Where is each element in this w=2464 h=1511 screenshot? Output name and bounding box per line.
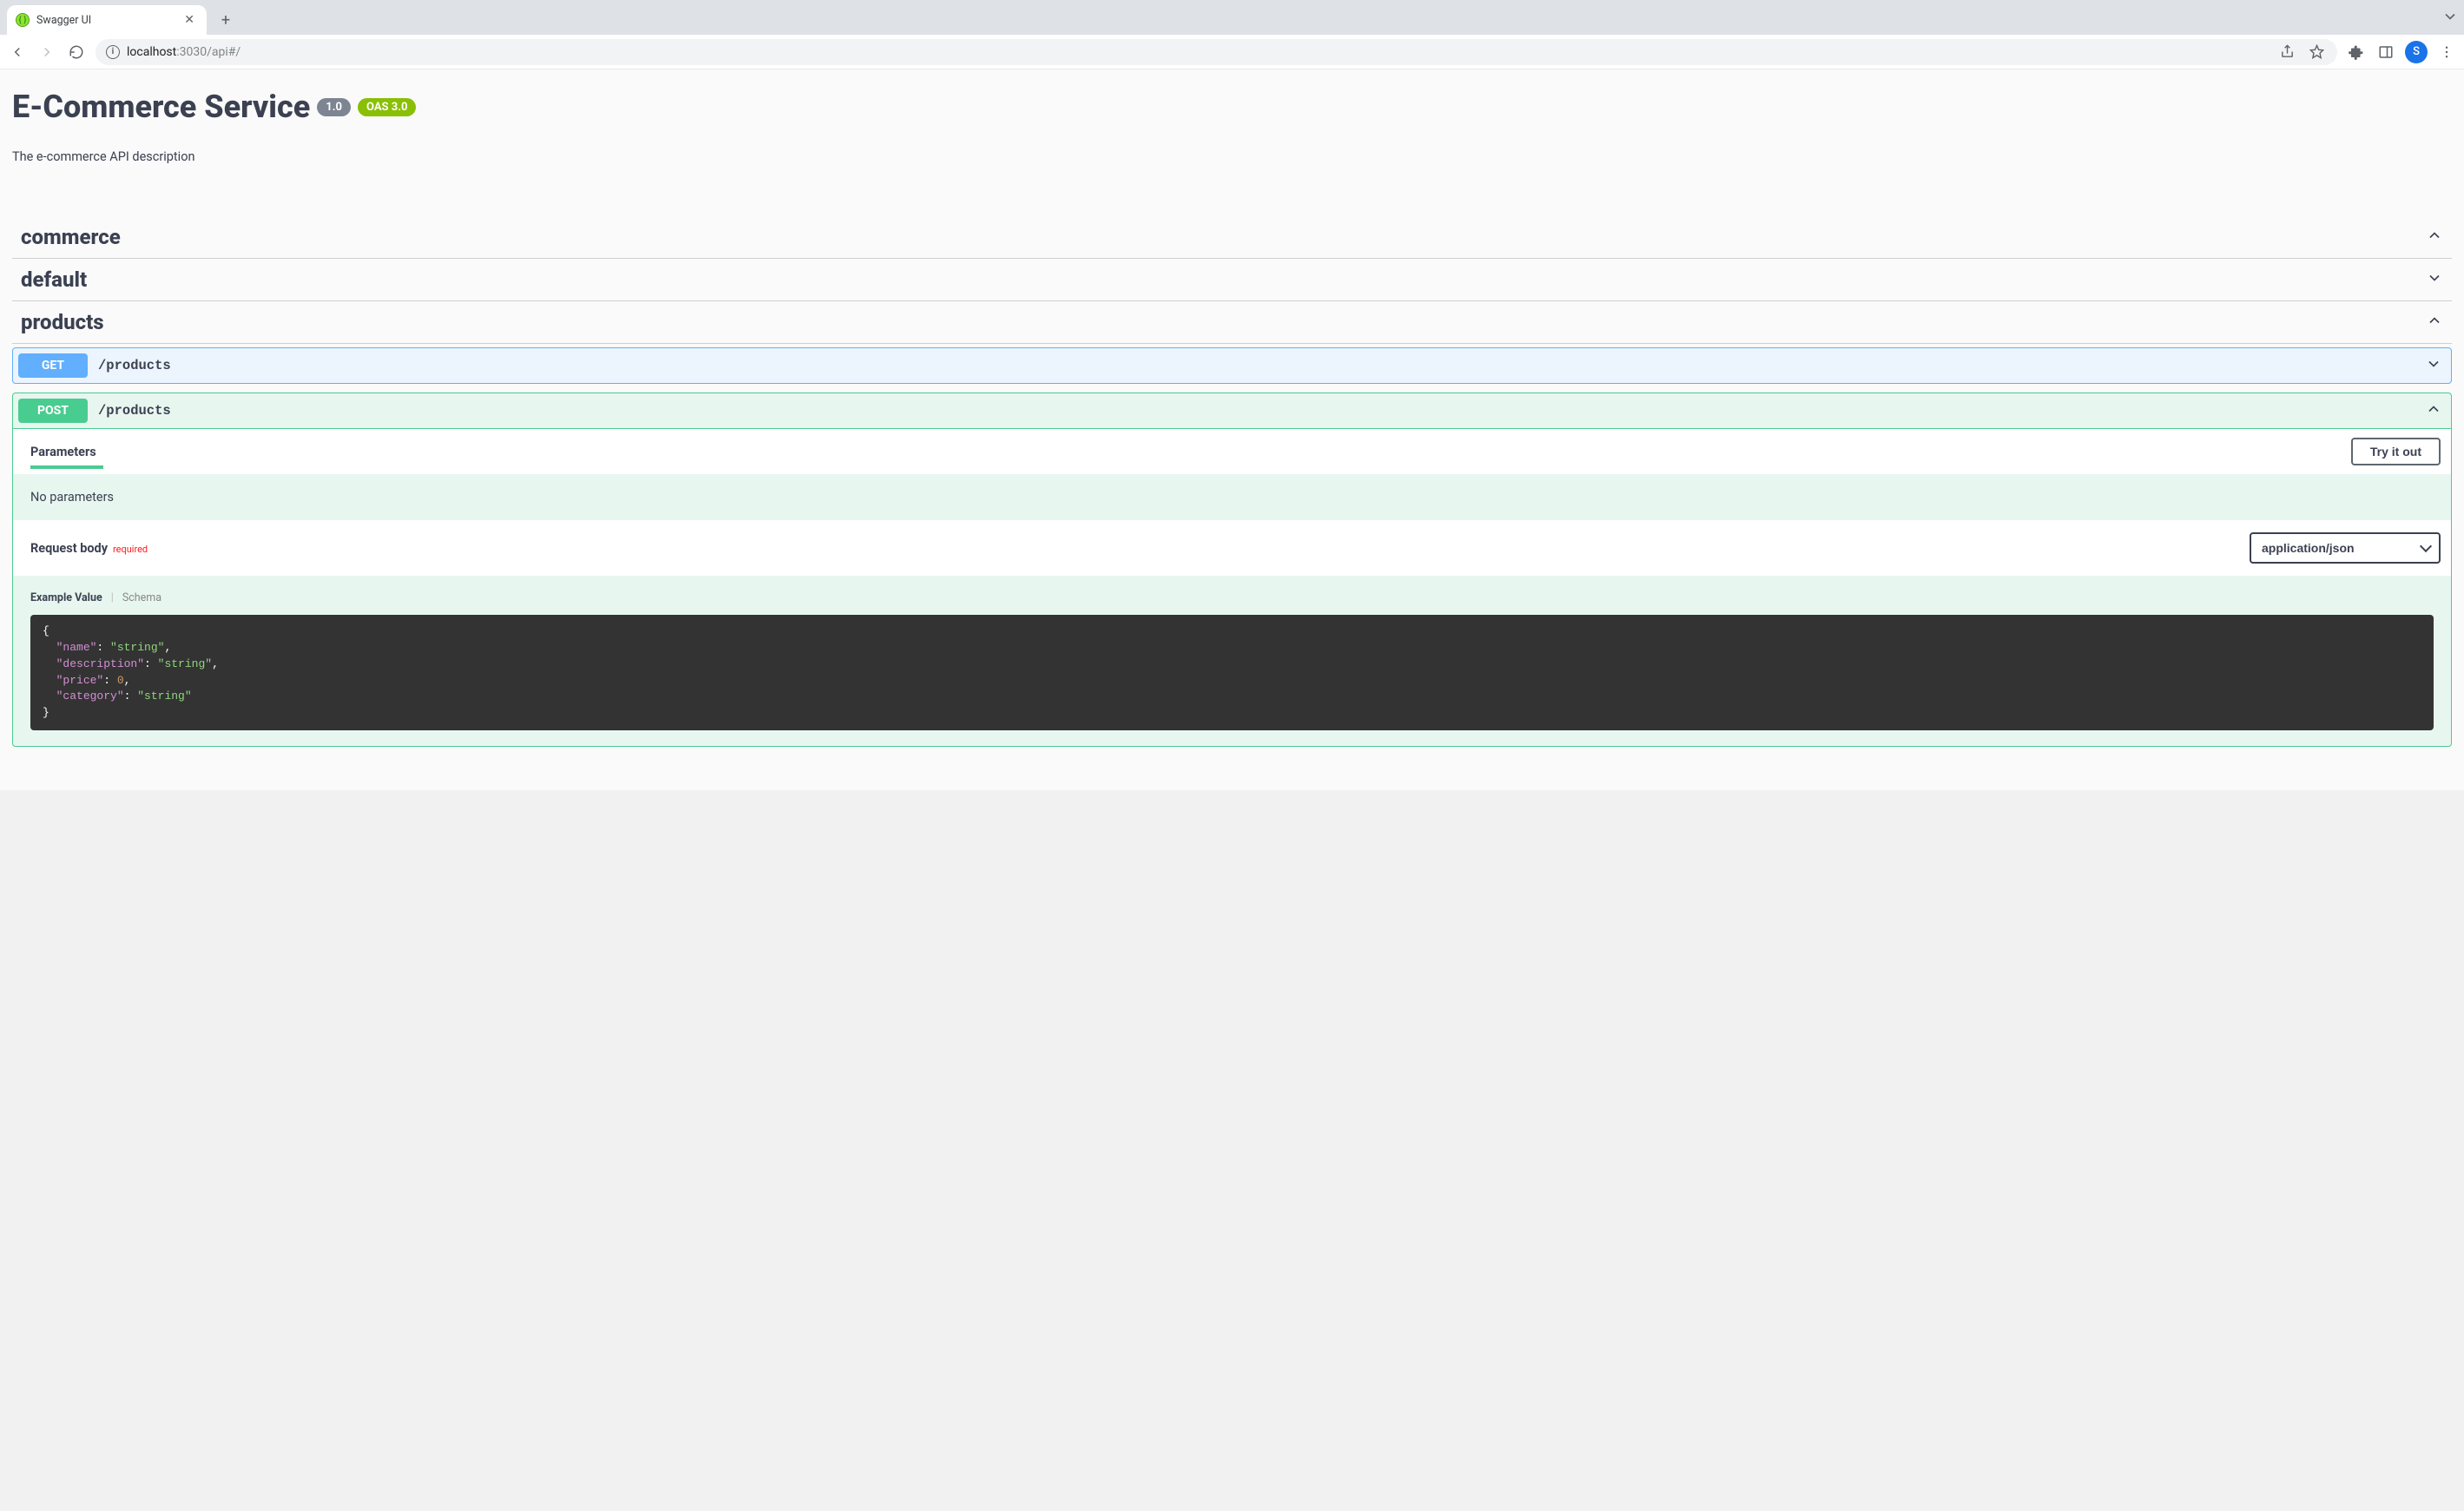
- address-bar[interactable]: i localhost:3030/api#/: [96, 39, 2337, 65]
- operation-list: GET /products POST /products: [12, 344, 2452, 747]
- operation-post-products: POST /products Parameters Try it out No …: [12, 393, 2452, 747]
- tag-name: products: [21, 310, 104, 334]
- operation-body: Parameters Try it out No parameters Requ…: [13, 428, 2451, 730]
- url-rest: :3030/api#/: [176, 45, 240, 59]
- browser-tab[interactable]: { } Swagger UI ✕: [7, 5, 207, 35]
- example-value-tab[interactable]: Example Value: [30, 591, 102, 604]
- tag-header-default[interactable]: default: [12, 259, 2452, 300]
- chevron-up-icon: [2426, 227, 2443, 247]
- tag-name: default: [21, 267, 87, 292]
- swagger-page: E-Commerce Service 1.0 OAS 3.0 The e-com…: [0, 69, 2464, 790]
- tag-section-commerce: commerce: [12, 216, 2452, 259]
- tag-list: commerce default products: [12, 216, 2452, 747]
- operation-summary[interactable]: POST /products: [13, 393, 2451, 428]
- extensions-icon[interactable]: [2346, 42, 2367, 63]
- content-type-select-wrap: application/json: [2250, 532, 2441, 564]
- operation-get-products: GET /products: [12, 347, 2452, 384]
- bookmark-star-icon[interactable]: [2306, 42, 2327, 63]
- swagger-favicon-icon: { }: [16, 13, 30, 27]
- chevron-down-icon: [2426, 269, 2443, 290]
- address-bar-actions: [2276, 42, 2327, 63]
- share-icon[interactable]: [2276, 42, 2297, 63]
- oas-badge: OAS 3.0: [358, 98, 417, 116]
- example-tabs: Example Value | Schema: [13, 576, 2451, 610]
- tag-section-products: products GET /products: [12, 301, 2452, 747]
- parameters-heading: Parameters: [30, 445, 96, 459]
- browser-chrome: { } Swagger UI ✕ + i localhost:3030/api#…: [0, 0, 2464, 69]
- tab-strip: { } Swagger UI ✕ +: [0, 0, 2464, 35]
- schema-tab[interactable]: Schema: [122, 591, 161, 604]
- browser-toolbar: i localhost:3030/api#/ S: [0, 35, 2464, 69]
- close-tab-icon[interactable]: ✕: [181, 13, 198, 27]
- tag-header-commerce[interactable]: commerce: [12, 216, 2452, 258]
- tag-name: commerce: [21, 225, 121, 249]
- side-panel-icon[interactable]: [2375, 42, 2396, 63]
- kebab-menu-icon[interactable]: [2436, 42, 2457, 63]
- try-it-out-button[interactable]: Try it out: [2351, 438, 2441, 465]
- profile-avatar[interactable]: S: [2405, 41, 2428, 63]
- method-badge-post: POST: [18, 399, 88, 423]
- api-title: E-Commerce Service: [12, 89, 310, 125]
- operation-summary[interactable]: GET /products: [13, 348, 2451, 383]
- url-text: localhost:3030/api#/: [127, 45, 240, 59]
- no-parameters-text: No parameters: [13, 474, 2451, 520]
- chevron-up-icon: [2425, 400, 2442, 421]
- api-description: The e-commerce API description: [12, 149, 2452, 164]
- method-badge-get: GET: [18, 353, 88, 378]
- example-json-block: { "name": "string", "description": "stri…: [30, 615, 2434, 730]
- page-header: E-Commerce Service 1.0 OAS 3.0 The e-com…: [12, 69, 2452, 173]
- parameters-heading-row: Parameters Try it out: [13, 429, 2451, 474]
- new-tab-button[interactable]: +: [214, 8, 238, 32]
- content-type-select[interactable]: application/json: [2250, 532, 2441, 564]
- chevron-down-icon: [2425, 355, 2442, 376]
- request-body-heading-row: Request body required application/json: [13, 520, 2451, 576]
- avatar-letter: S: [2413, 45, 2420, 58]
- site-info-icon[interactable]: i: [106, 45, 120, 59]
- reload-button[interactable]: [66, 42, 87, 63]
- tab-divider: |: [111, 591, 114, 604]
- version-badge: 1.0: [317, 98, 351, 116]
- back-button[interactable]: [7, 42, 28, 63]
- url-host: localhost: [127, 45, 176, 59]
- chevron-up-icon: [2426, 312, 2443, 333]
- operation-path: /products: [98, 358, 171, 373]
- forward-button: [36, 42, 57, 63]
- operation-path: /products: [98, 403, 171, 419]
- request-body-heading: Request body: [30, 541, 108, 556]
- tab-overflow-icon[interactable]: [2441, 8, 2459, 28]
- tag-header-products[interactable]: products: [12, 301, 2452, 344]
- tag-section-default: default: [12, 259, 2452, 301]
- required-label: required: [113, 544, 148, 555]
- tab-title: Swagger UI: [36, 14, 174, 27]
